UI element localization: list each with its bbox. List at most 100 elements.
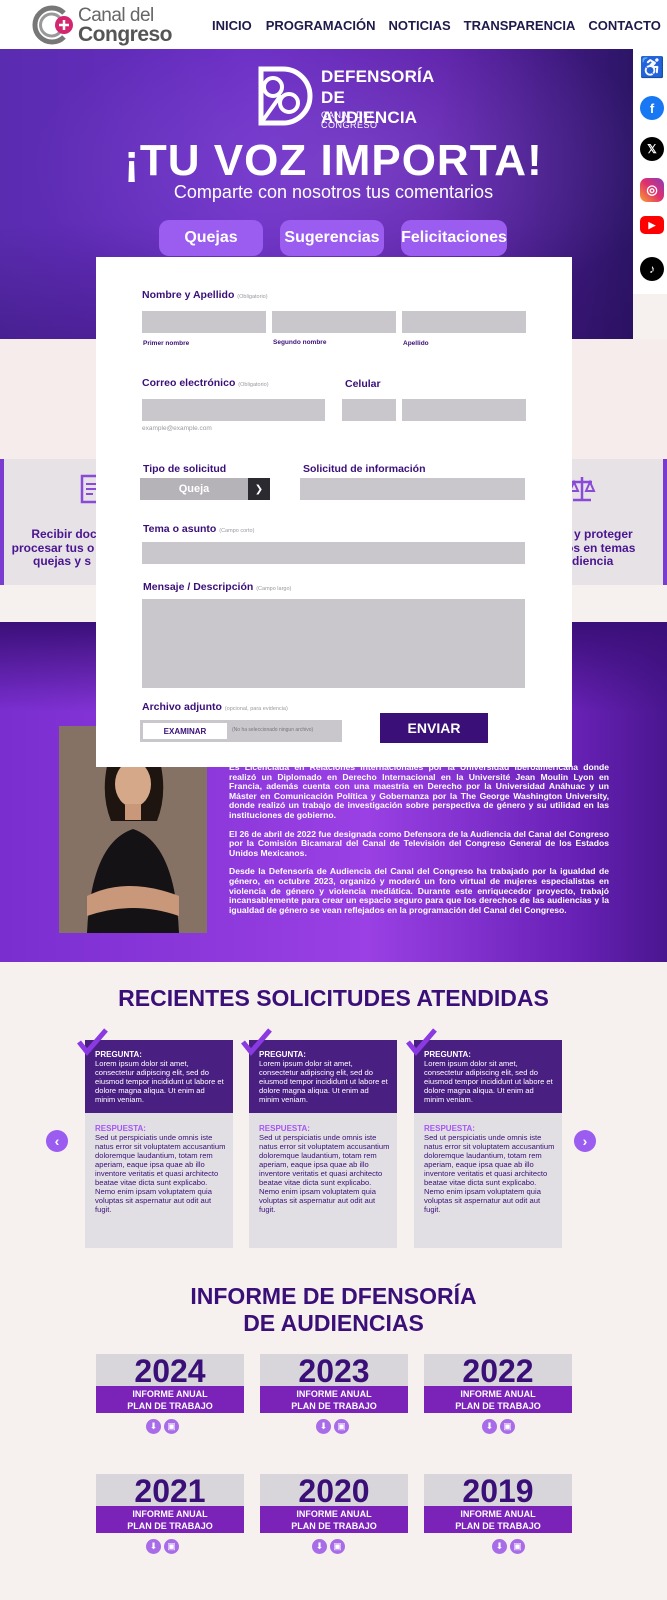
- band-right-text: y proteger os en temas diencia: [566, 527, 636, 568]
- email-placeholder: example@example.com: [142, 425, 212, 432]
- last-name-field[interactable]: [402, 311, 526, 333]
- balance-scale-icon: [568, 477, 596, 502]
- nav-inicio[interactable]: INICIO: [212, 18, 252, 33]
- reports-title: INFORME DE DFENSORÍA DE AUDIENCIAS: [190, 1283, 477, 1336]
- info-request-field[interactable]: [300, 478, 525, 500]
- defensoria-logo-line1: DEFENSORÍA: [321, 67, 435, 86]
- carousel-prev-button[interactable]: ‹: [46, 1130, 68, 1152]
- info-label: Solicitud de información: [303, 463, 426, 475]
- hero-title: ¡TU VOZ IMPORTA!: [124, 136, 543, 185]
- answer-label: RESPUESTA:: [424, 1124, 475, 1133]
- tab-felicitaciones[interactable]: Felicitaciones: [401, 220, 507, 256]
- recent-requests-title: RECIENTES SOLICITUDES ATENDIDAS: [118, 985, 549, 1011]
- youtube-icon[interactable]: ▶: [640, 216, 664, 234]
- download-icon[interactable]: ⬇: [316, 1419, 331, 1434]
- qa-card: PREGUNTA: Lorem ipsum dolor sit amet, co…: [85, 1040, 233, 1248]
- phone-prefix-field[interactable]: [342, 399, 396, 421]
- answer-text: Sed ut perspiciatis unde omnis iste natu…: [424, 1133, 555, 1214]
- complaint-form: Nombre y Apellido (Obligatorio) Primer n…: [96, 257, 572, 767]
- report-card-2024: 2024 INFORME ANUAL PLAN DE TRABAJO ⬇ ▣: [96, 1354, 244, 1446]
- accessibility-icon[interactable]: ♿: [640, 55, 664, 79]
- name-label: Nombre y Apellido (Obligatorio): [142, 289, 268, 301]
- document-file-icon[interactable]: ▣: [330, 1539, 345, 1554]
- download-icon[interactable]: ⬇: [492, 1539, 507, 1554]
- question-text: Lorem ipsum dolor sit amet, consectetur …: [259, 1059, 388, 1104]
- report-card-2020: 2020 INFORME ANUAL PLAN DE TRABAJO ⬇ ▣: [260, 1474, 408, 1566]
- chevron-down-icon: ❯: [248, 478, 270, 500]
- download-icon[interactable]: ⬇: [312, 1539, 327, 1554]
- document-file-icon[interactable]: ▣: [164, 1539, 179, 1554]
- phone-field[interactable]: [402, 399, 526, 421]
- topic-label: Tema o asunto (Campo corto): [143, 523, 255, 535]
- nav-transparencia[interactable]: TRANSPARENCIA: [464, 18, 576, 33]
- report-year: 2019: [424, 1474, 572, 1508]
- download-icon[interactable]: ⬇: [482, 1419, 497, 1434]
- facebook-icon[interactable]: f: [640, 96, 664, 120]
- topic-field[interactable]: [142, 542, 525, 564]
- report-label[interactable]: INFORME ANUAL PLAN DE TRABAJO: [424, 1386, 572, 1413]
- request-type-select[interactable]: Queja ❯: [140, 478, 270, 500]
- band-left-text: Recibir doc procesar tus o quejas y s: [11, 527, 97, 568]
- document-file-icon[interactable]: ▣: [164, 1419, 179, 1434]
- qa-card: PREGUNTA: Lorem ipsum dolor sit amet, co…: [414, 1040, 562, 1248]
- nav-contacto[interactable]: CONTACTO: [588, 18, 660, 33]
- report-label[interactable]: INFORME ANUAL PLAN DE TRABAJO: [96, 1386, 244, 1413]
- report-label[interactable]: INFORME ANUAL PLAN DE TRABAJO: [424, 1506, 572, 1533]
- hero-subtitle: Comparte con nosotros tus comentarios: [173, 182, 494, 202]
- checkmark-icon: [241, 1028, 272, 1056]
- report-year: 2023: [260, 1354, 408, 1388]
- report-card-2021: 2021 INFORME ANUAL PLAN DE TRABAJO ⬇ ▣: [96, 1474, 244, 1566]
- question-label: PREGUNTA:: [424, 1050, 471, 1059]
- email-label: Correo electrónico (Obligatorio): [142, 377, 269, 389]
- qa-card: PREGUNTA: Lorem ipsum dolor sit amet, co…: [249, 1040, 397, 1248]
- band-accent-left: [0, 459, 4, 585]
- answer-label: RESPUESTA:: [259, 1124, 310, 1133]
- question-label: PREGUNTA:: [95, 1050, 142, 1059]
- bio-paragraph: Desde la Defensoría de Audiencia del Can…: [229, 866, 609, 915]
- browse-button[interactable]: EXAMINAR: [143, 723, 227, 739]
- document-file-icon[interactable]: ▣: [500, 1419, 515, 1434]
- defensoria-logo: DEFENSORÍA DE AUDIENCIA CANAL DEL CONGRE…: [251, 63, 434, 130]
- phone-label: Celular: [345, 378, 381, 390]
- question-text: Lorem ipsum dolor sit amet, consectetur …: [424, 1059, 553, 1104]
- canal-del-congreso-logo[interactable]: Canal del Congreso: [30, 3, 180, 47]
- report-card-2023: 2023 INFORME ANUAL PLAN DE TRABAJO ⬇ ▣: [260, 1354, 408, 1446]
- send-button[interactable]: ENVIAR: [380, 713, 488, 743]
- first-name-field[interactable]: [142, 311, 266, 333]
- report-year: 2021: [96, 1474, 244, 1508]
- question-text: Lorem ipsum dolor sit amet, consectetur …: [95, 1059, 224, 1104]
- checkmark-icon: [77, 1028, 108, 1056]
- checkmark-icon: [406, 1028, 437, 1056]
- report-year: 2024: [96, 1354, 244, 1388]
- tab-quejas[interactable]: Quejas: [159, 220, 263, 256]
- question-label: PREGUNTA:: [259, 1050, 306, 1059]
- first-name-caption: Primer nombre: [143, 340, 190, 347]
- file-label: Archivo adjunto (opcional, para evidenci…: [142, 701, 288, 713]
- file-status: (No ha seleccionado ningun archivo): [232, 727, 314, 733]
- nav-noticias[interactable]: NOTICIAS: [389, 18, 451, 33]
- message-textarea[interactable]: [142, 599, 525, 688]
- report-year: 2020: [260, 1474, 408, 1508]
- nav-programacion[interactable]: PROGRAMACIÓN: [266, 18, 376, 33]
- email-field[interactable]: [142, 399, 325, 421]
- report-card-2022: 2022 INFORME ANUAL PLAN DE TRABAJO ⬇ ▣: [424, 1354, 572, 1446]
- carousel-next-button[interactable]: ›: [574, 1130, 596, 1152]
- bio-paragraph: Es Licenciada en Relaciones Internaciona…: [229, 762, 609, 820]
- main-nav: INICIO PROGRAMACIÓN NOTICIAS TRANSPARENC…: [212, 18, 661, 33]
- answer-text: Sed ut perspiciatis unde omnis iste natu…: [259, 1133, 390, 1214]
- second-name-field[interactable]: [272, 311, 396, 333]
- report-label[interactable]: INFORME ANUAL PLAN DE TRABAJO: [260, 1386, 408, 1413]
- report-card-2019: 2019 INFORME ANUAL PLAN DE TRABAJO ⬇ ▣: [424, 1474, 572, 1566]
- report-label[interactable]: INFORME ANUAL PLAN DE TRABAJO: [260, 1506, 408, 1533]
- download-icon[interactable]: ⬇: [146, 1419, 161, 1434]
- report-year: 2022: [424, 1354, 572, 1388]
- tiktok-icon[interactable]: ♪: [640, 257, 664, 281]
- tab-sugerencias[interactable]: Sugerencias: [280, 220, 384, 256]
- report-label[interactable]: INFORME ANUAL PLAN DE TRABAJO: [96, 1506, 244, 1533]
- download-icon[interactable]: ⬇: [146, 1539, 161, 1554]
- answer-text: Sed ut perspiciatis unde omnis iste natu…: [95, 1133, 226, 1214]
- bio-paragraph: El 26 de abril de 2022 fue designada com…: [229, 828, 609, 858]
- document-file-icon[interactable]: ▣: [334, 1419, 349, 1434]
- document-file-icon[interactable]: ▣: [510, 1539, 525, 1554]
- message-label: Mensaje / Descripción (Campo largo): [143, 581, 292, 593]
